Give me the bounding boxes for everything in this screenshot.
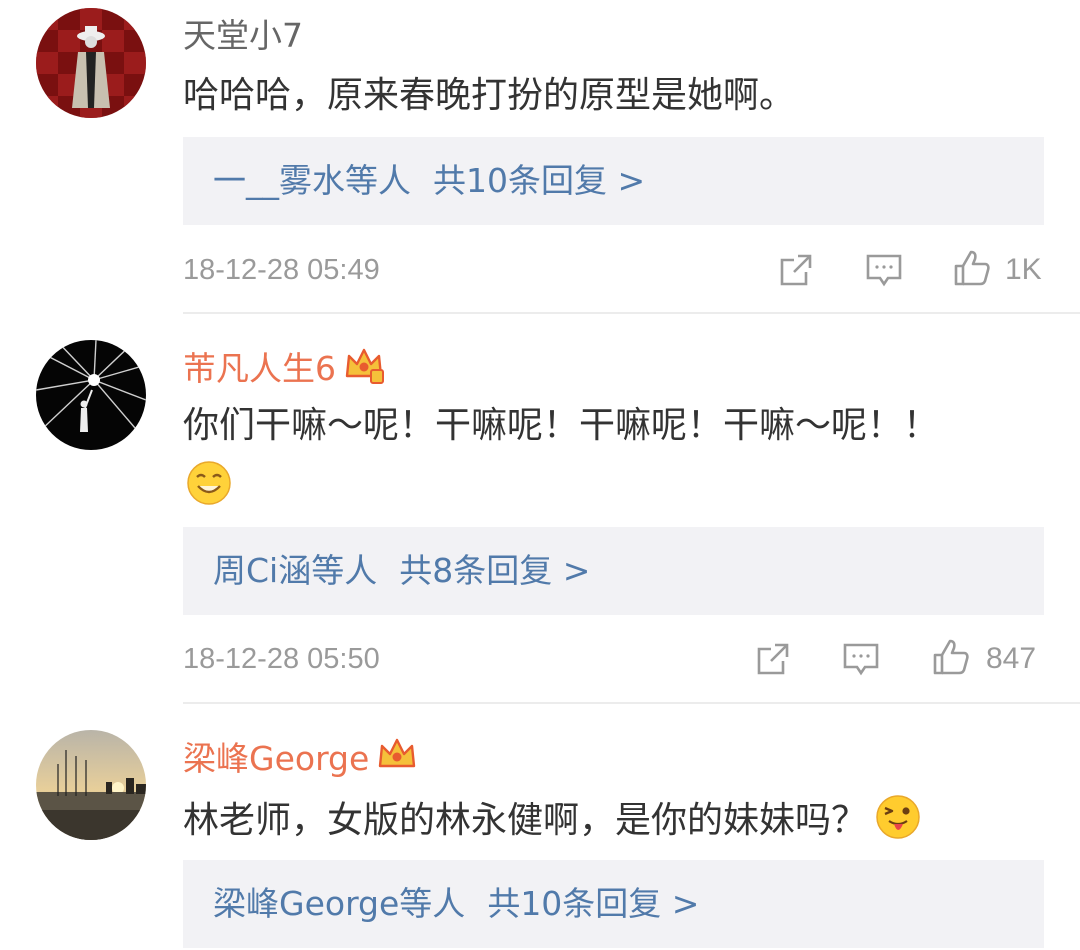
- vip-crown-icon: [344, 346, 384, 384]
- comment-icon[interactable]: [841, 639, 881, 679]
- avatar[interactable]: [36, 730, 146, 840]
- comment-text-body: 林老师，女版的林永健啊，是你的妹妹吗？: [183, 800, 868, 841]
- username[interactable]: 梁峰George: [183, 736, 417, 779]
- comment-text: 哈哈哈，原来春晚打扮的原型是她啊。: [183, 75, 796, 116]
- username-text[interactable]: 梁峰George: [183, 739, 369, 778]
- reply-names[interactable]: 周Ci涵等人: [213, 551, 377, 590]
- reply-names[interactable]: 梁峰George等人: [213, 884, 465, 923]
- share-icon[interactable]: [776, 250, 816, 290]
- username[interactable]: 芾凡人生6: [183, 346, 384, 389]
- divider: [183, 702, 1080, 704]
- username[interactable]: 天堂小7: [183, 16, 303, 56]
- timestamp: 18-12-28 05:50: [183, 643, 380, 675]
- reply-summary[interactable]: 一__雾水等人 共10条回复 >: [183, 137, 1044, 225]
- share-icon[interactable]: [753, 639, 793, 679]
- like-count: 847: [986, 642, 1037, 675]
- like-icon[interactable]: [931, 637, 971, 677]
- reply-count-link[interactable]: 共10条回复 >: [487, 884, 699, 923]
- timestamp: 18-12-28 05:49: [183, 254, 380, 286]
- comment-text: 你们干嘛～呢！干嘛呢！干嘛呢！干嘛～呢！！: [183, 404, 939, 448]
- username-text[interactable]: 芾凡人生6: [183, 349, 336, 388]
- comment-text-body: 你们干嘛～呢！干嘛呢！干嘛呢！干嘛～呢！！: [183, 405, 940, 446]
- smile-emoji: [186, 460, 232, 506]
- tongue-emoji: [875, 794, 921, 840]
- avatar[interactable]: [36, 340, 146, 450]
- reply-count-link[interactable]: 共8条回复 >: [399, 551, 590, 590]
- vip-crown-icon: [377, 736, 417, 774]
- reply-summary[interactable]: 周Ci涵等人 共8条回复 >: [183, 527, 1044, 615]
- reply-summary[interactable]: 梁峰George等人 共10条回复 >: [183, 860, 1044, 948]
- like-icon[interactable]: [952, 248, 992, 288]
- reply-count-link[interactable]: 共10条回复 >: [433, 161, 645, 200]
- avatar[interactable]: [36, 8, 146, 118]
- comment-text: 林老师，女版的林永健啊，是你的妹妹吗？: [183, 794, 921, 843]
- divider: [183, 312, 1080, 314]
- reply-names[interactable]: 一__雾水等人: [213, 161, 411, 200]
- like-count: 1K: [1005, 253, 1042, 286]
- comment-icon[interactable]: [864, 250, 904, 290]
